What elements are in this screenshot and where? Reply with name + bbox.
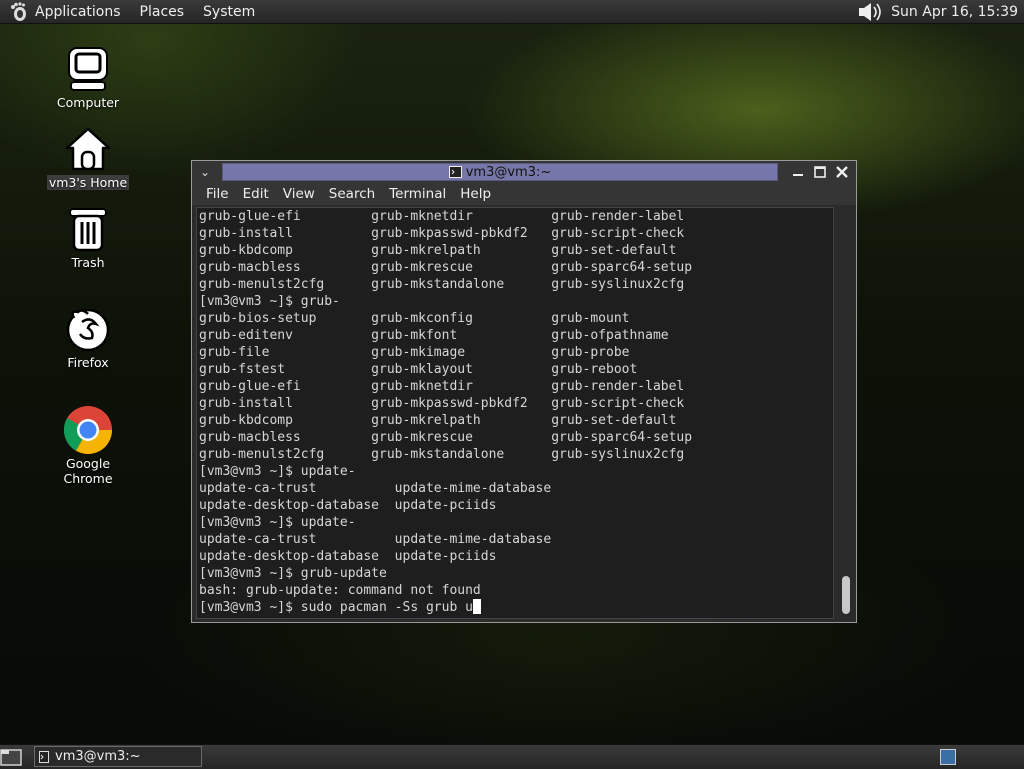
window-title[interactable]: vm3@vm3:~ xyxy=(222,163,778,181)
window-titlebar[interactable]: ⌄ vm3@vm3:~ xyxy=(192,161,856,183)
terminal-line: [vm3@vm3 ~]$ update- xyxy=(199,464,356,479)
terminal-line: update-desktop-database update-pciids xyxy=(199,549,497,564)
terminal-text: grub-glue-efi grub-mknetdir grub-render-… xyxy=(199,208,692,616)
desktop-icon-label: Google Chrome xyxy=(63,456,113,486)
bottom-panel: vm3@vm3:~ xyxy=(0,744,1024,769)
firefox-icon xyxy=(66,308,110,352)
terminal-icon xyxy=(39,750,49,763)
menu-terminal[interactable]: Terminal xyxy=(389,186,446,202)
applications-menu[interactable]: Applications xyxy=(35,4,121,20)
menu-file[interactable]: File xyxy=(206,186,229,202)
top-panel: Applications Places System Sun Apr 16, 1… xyxy=(0,0,1024,24)
window-menu-chevron-down-icon[interactable]: ⌄ xyxy=(196,163,214,181)
chrome-icon xyxy=(63,406,112,455)
volume-icon[interactable] xyxy=(857,2,885,22)
desktop-icon-label: Firefox xyxy=(67,355,109,370)
menu-search[interactable]: Search xyxy=(329,186,375,202)
desktop-icon-label: Trash xyxy=(71,255,105,270)
terminal-line: update-ca-trust update-mime-database xyxy=(199,532,552,547)
terminal-line: grub-glue-efi grub-mknetdir grub-render-… xyxy=(199,209,685,224)
terminal-line: [vm3@vm3 ~]$ grub-update xyxy=(199,566,387,581)
desktop-icon-label: vm3's Home xyxy=(46,175,130,190)
clock[interactable]: Sun Apr 16, 15:39 xyxy=(891,4,1018,20)
terminal-line: grub-bios-setup grub-mkconfig grub-mount xyxy=(199,311,630,326)
terminal-menubar: File Edit View Search Terminal Help xyxy=(192,183,856,205)
workspace-switcher[interactable] xyxy=(940,749,956,765)
gnome-foot-icon[interactable] xyxy=(9,1,29,22)
close-icon[interactable] xyxy=(834,164,850,180)
computer-icon xyxy=(68,47,108,91)
menu-edit[interactable]: Edit xyxy=(243,186,269,202)
desktop-icon-chrome[interactable]: Google Chrome xyxy=(38,405,138,487)
desktop-icon-firefox[interactable]: Firefox xyxy=(38,306,138,371)
terminal-line: grub-kbdcomp grub-mkrelpath grub-set-def… xyxy=(199,243,677,258)
terminal-line: grub-install grub-mkpasswd-pbkdf2 grub-s… xyxy=(199,226,685,241)
places-menu[interactable]: Places xyxy=(140,4,185,20)
terminal-line: grub-editenv grub-mkfont grub-ofpathname xyxy=(199,328,669,343)
terminal-line: grub-install grub-mkpasswd-pbkdf2 grub-s… xyxy=(199,396,685,411)
terminal-line: grub-menulst2cfg grub-mkstandalone grub-… xyxy=(199,277,685,292)
desktop-icon-home[interactable]: vm3's Home xyxy=(38,126,138,191)
terminal-line: grub-kbdcomp grub-mkrelpath grub-set-def… xyxy=(199,413,677,428)
terminal-line: grub-glue-efi grub-mknetdir grub-render-… xyxy=(199,379,685,394)
home-icon xyxy=(65,127,111,171)
terminal-line: bash: grub-update: command not found xyxy=(199,583,481,598)
terminal-line: update-ca-trust update-mime-database xyxy=(199,481,552,496)
maximize-icon[interactable] xyxy=(812,164,828,180)
show-desktop-icon[interactable] xyxy=(0,747,22,767)
terminal-line: grub-macbless grub-mkrescue grub-sparc64… xyxy=(199,260,693,275)
system-tray: Sun Apr 16, 15:39 xyxy=(857,2,1024,22)
terminal-line: grub-file grub-mkimage grub-probe xyxy=(199,345,630,360)
terminal-window[interactable]: ⌄ vm3@vm3:~ File Edit View Search Termin… xyxy=(191,160,857,623)
system-menu[interactable]: System xyxy=(203,4,255,20)
terminal-icon xyxy=(448,166,462,178)
terminal-prompt-line: [vm3@vm3 ~]$ sudo pacman -Ss grub u xyxy=(199,600,473,615)
minimize-icon[interactable] xyxy=(790,164,806,180)
trash-icon xyxy=(69,208,107,252)
desktop-icon-trash[interactable]: Trash xyxy=(38,206,138,271)
terminal-line: grub-menulst2cfg grub-mkstandalone grub-… xyxy=(199,447,685,462)
scrollbar-thumb[interactable] xyxy=(842,576,850,614)
terminal-scrollbar[interactable] xyxy=(840,207,852,619)
terminal-line: grub-macbless grub-mkrescue grub-sparc64… xyxy=(199,430,693,445)
terminal-line: [vm3@vm3 ~]$ grub- xyxy=(199,294,340,309)
terminal-line: [vm3@vm3 ~]$ update- xyxy=(199,515,356,530)
menu-help[interactable]: Help xyxy=(460,186,491,202)
desktop-icon-label: Computer xyxy=(56,95,120,110)
taskbar-item-terminal[interactable]: vm3@vm3:~ xyxy=(34,746,202,767)
desktop-icon-computer[interactable]: Computer xyxy=(38,46,138,111)
menu-view[interactable]: View xyxy=(283,186,315,202)
terminal-line: update-desktop-database update-pciids xyxy=(199,498,497,513)
terminal-output[interactable]: grub-glue-efi grub-mknetdir grub-render-… xyxy=(196,207,834,619)
text-cursor xyxy=(472,599,481,614)
terminal-line: grub-fstest grub-mklayout grub-reboot xyxy=(199,362,638,377)
taskbar-item-label: vm3@vm3:~ xyxy=(55,749,141,764)
window-title-text: vm3@vm3:~ xyxy=(465,164,552,180)
